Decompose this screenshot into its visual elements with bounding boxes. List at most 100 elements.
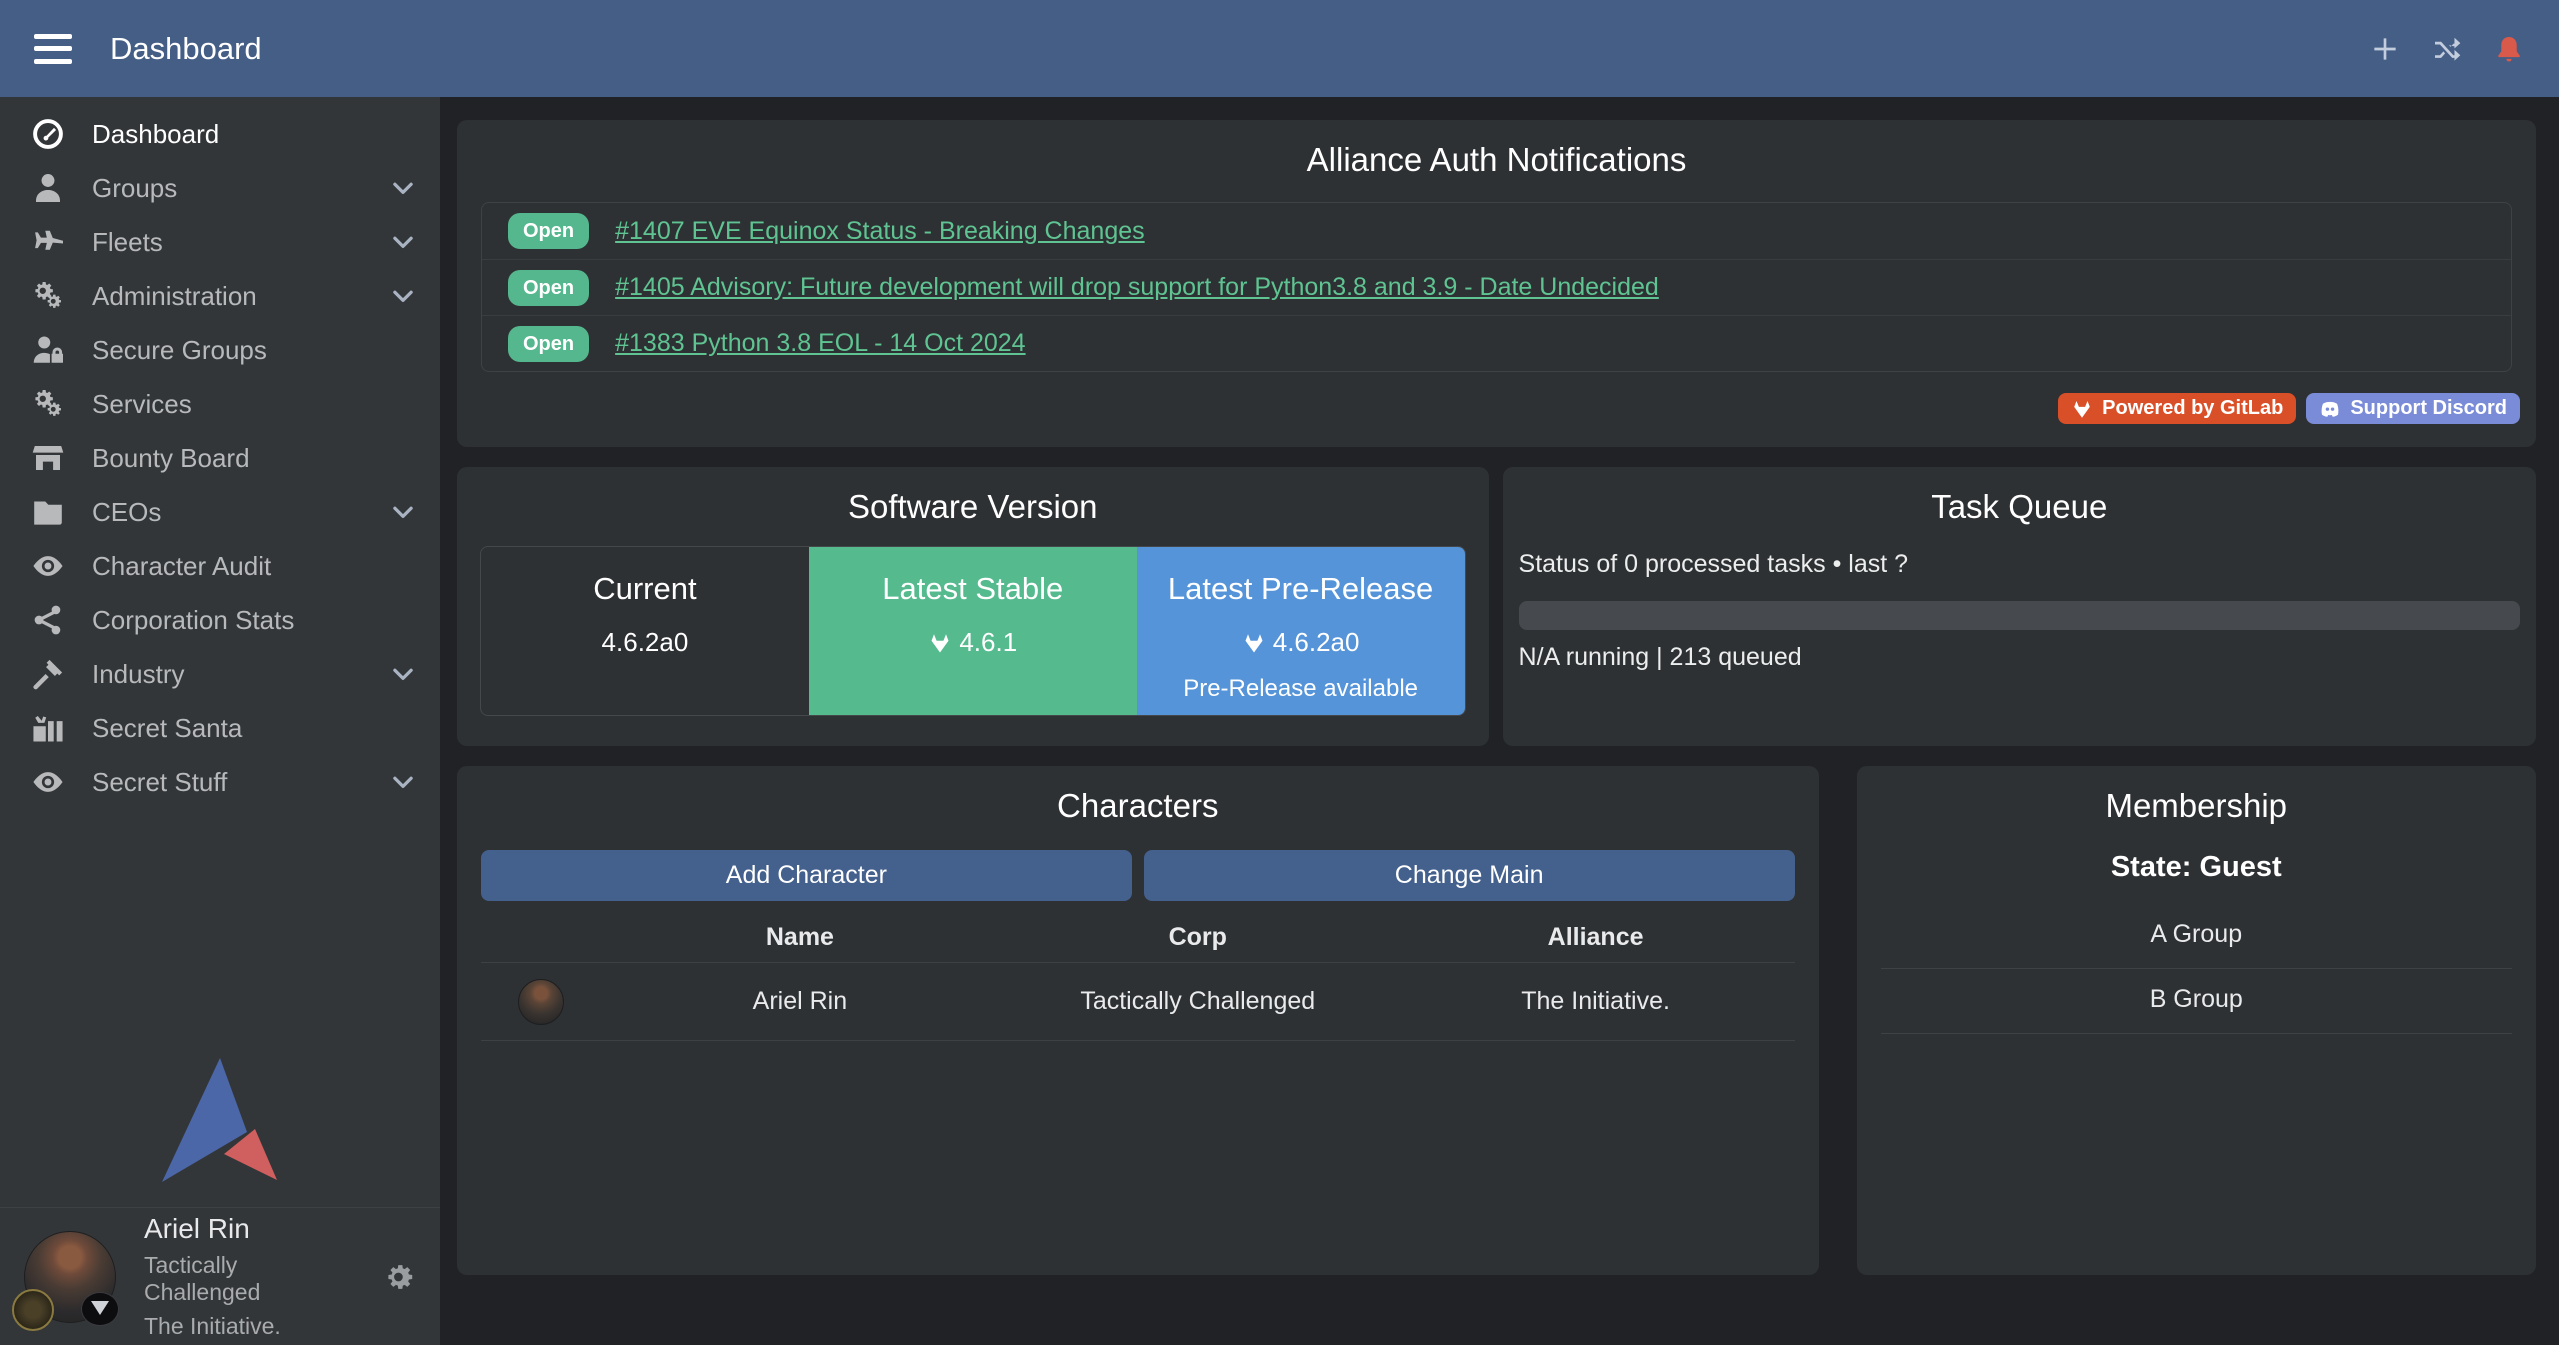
- store-icon: [30, 440, 66, 476]
- sidebar-item-label: Fleets: [92, 227, 163, 258]
- sidebar-item-label: Services: [92, 389, 192, 420]
- user-info: Ariel Rin Tactically Challenged The Init…: [144, 1213, 353, 1340]
- sidebar-item-label: Administration: [92, 281, 257, 312]
- sidebar-item-label: CEOs: [92, 497, 161, 528]
- change-main-button[interactable]: Change Main: [1144, 850, 1795, 901]
- user-avatar: [24, 1231, 116, 1323]
- notification-link[interactable]: #1405 Advisory: Future development will …: [615, 273, 1659, 302]
- user-panel: Ariel Rin Tactically Challenged The Init…: [0, 1207, 440, 1345]
- third-row: Characters Add Character Change Main Nam…: [457, 766, 2536, 1275]
- chevron-down-icon: [388, 767, 418, 797]
- version-prerelease-label: Latest Pre-Release: [1137, 571, 1465, 607]
- sidebar-item-label: Dashboard: [92, 119, 219, 150]
- hamburger-menu-icon[interactable]: [34, 34, 72, 64]
- header-alliance: Alliance: [1397, 923, 1795, 952]
- character-avatar: [518, 979, 564, 1025]
- character-corp: Tactically Challenged: [999, 987, 1397, 1016]
- sidebar-item-secret-stuff[interactable]: Secret Stuff: [0, 755, 440, 809]
- sidebar-item-character-audit[interactable]: Character Audit: [0, 539, 440, 593]
- version-columns: Current 4.6.2a0 Latest Stable 4.6.1 Late…: [480, 546, 1466, 716]
- alliance-auth-logo: [0, 1055, 440, 1185]
- support-discord-badge[interactable]: Support Discord: [2306, 393, 2520, 424]
- sidebar-item-services[interactable]: Services: [0, 377, 440, 431]
- gitlab-badge-label: Powered by GitLab: [2102, 397, 2283, 420]
- characters-table-header: Name Corp Alliance: [481, 913, 1795, 963]
- share-icon: [30, 602, 66, 638]
- sidebar-item-administration[interactable]: Administration: [0, 269, 440, 323]
- membership-card: Membership State: Guest A Group B Group: [1857, 766, 2537, 1275]
- software-version-title: Software Version: [457, 467, 1489, 526]
- version-stable-number: 4.6.1: [809, 627, 1137, 658]
- characters-card: Characters Add Character Change Main Nam…: [457, 766, 1819, 1275]
- task-queue-card: Task Queue Status of 0 processed tasks •…: [1503, 467, 2536, 746]
- chevron-down-icon: [388, 173, 418, 203]
- gifts-icon: [30, 710, 66, 746]
- sidebar-item-secure-groups[interactable]: Secure Groups: [0, 323, 440, 377]
- jet-icon: [30, 224, 66, 260]
- task-queue-title: Task Queue: [1519, 467, 2520, 526]
- corp-logo-badge: [12, 1289, 54, 1331]
- sidebar-item-dashboard[interactable]: Dashboard: [0, 107, 440, 161]
- sidebar-item-label: Industry: [92, 659, 185, 690]
- notification-link[interactable]: #1407 EVE Equinox Status - Breaking Chan…: [615, 217, 1145, 246]
- sidebar-item-label: Character Audit: [92, 551, 271, 582]
- version-current: Current 4.6.2a0: [481, 547, 809, 715]
- membership-group-row: A Group: [1881, 904, 2513, 969]
- membership-groups-list: A Group B Group: [1881, 904, 2513, 1034]
- sidebar-item-label: Secret Stuff: [92, 767, 227, 798]
- sidebar-item-corporation-stats[interactable]: Corporation Stats: [0, 593, 440, 647]
- version-current-label: Current: [481, 571, 809, 607]
- chevron-down-icon: [388, 659, 418, 689]
- membership-group-row: B Group: [1881, 969, 2513, 1034]
- character-avatar-cell: [481, 979, 601, 1025]
- sidebar-item-ceos[interactable]: CEOs: [0, 485, 440, 539]
- discord-icon: [2319, 398, 2341, 420]
- gauge-icon: [30, 116, 66, 152]
- add-character-icon[interactable]: [2369, 33, 2401, 65]
- navbar-actions: [2369, 33, 2525, 65]
- characters-title: Characters: [481, 766, 1795, 825]
- status-badge: Open: [508, 270, 589, 306]
- notification-link[interactable]: #1383 Python 3.8 EOL - 14 Oct 2024: [615, 329, 1025, 358]
- sidebar-item-label: Bounty Board: [92, 443, 250, 474]
- sidebar-item-label: Corporation Stats: [92, 605, 294, 636]
- header-name: Name: [601, 923, 999, 952]
- sidebar-item-secret-santa[interactable]: Secret Santa: [0, 701, 440, 755]
- status-badge: Open: [508, 326, 589, 362]
- sidebar-item-groups[interactable]: Groups: [0, 161, 440, 215]
- task-queue-status-text: Status of 0 processed tasks • last ?: [1519, 550, 2520, 579]
- notifications-list: Open #1407 EVE Equinox Status - Breaking…: [481, 202, 2512, 372]
- sidebar-nav-list: Dashboard Groups Fleets Administration S…: [0, 97, 440, 809]
- user-icon: [30, 170, 66, 206]
- folder-icon: [30, 494, 66, 530]
- character-table-row: Ariel Rin Tactically Challenged The Init…: [481, 963, 1795, 1041]
- switch-character-icon[interactable]: [2431, 33, 2463, 65]
- characters-table: Name Corp Alliance Ariel Rin Tactically …: [481, 913, 1795, 1041]
- sidebar: Dashboard Groups Fleets Administration S…: [0, 97, 440, 1345]
- character-name: Ariel Rin: [601, 987, 999, 1016]
- gears-icon: [30, 386, 66, 422]
- notifications-bell-icon[interactable]: [2493, 33, 2525, 65]
- membership-title: Membership: [1881, 766, 2513, 825]
- membership-state: State: Guest: [1881, 851, 2513, 884]
- sidebar-item-label: Groups: [92, 173, 177, 204]
- characters-buttons: Add Character Change Main: [481, 850, 1795, 901]
- user-settings-gear-icon[interactable]: [381, 1259, 416, 1295]
- page-title: Dashboard: [110, 31, 262, 67]
- task-queue-running-text: N/A running | 213 queued: [1519, 643, 2520, 672]
- top-navbar: Dashboard: [0, 0, 2559, 97]
- notifications-title: Alliance Auth Notifications: [481, 120, 2512, 179]
- notification-item: Open #1383 Python 3.8 EOL - 14 Oct 2024: [482, 315, 2511, 371]
- add-character-button[interactable]: Add Character: [481, 850, 1132, 901]
- gitlab-icon: [928, 631, 952, 655]
- sidebar-item-fleets[interactable]: Fleets: [0, 215, 440, 269]
- hammer-icon: [30, 656, 66, 692]
- gears-icon: [30, 278, 66, 314]
- sidebar-item-industry[interactable]: Industry: [0, 647, 440, 701]
- gitlab-icon: [1242, 631, 1266, 655]
- sidebar-item-label: Secure Groups: [92, 335, 267, 366]
- sidebar-item-bounty-board[interactable]: Bounty Board: [0, 431, 440, 485]
- version-current-number: 4.6.2a0: [481, 627, 809, 658]
- header-corp: Corp: [999, 923, 1397, 952]
- powered-by-gitlab-badge[interactable]: Powered by GitLab: [2058, 393, 2296, 424]
